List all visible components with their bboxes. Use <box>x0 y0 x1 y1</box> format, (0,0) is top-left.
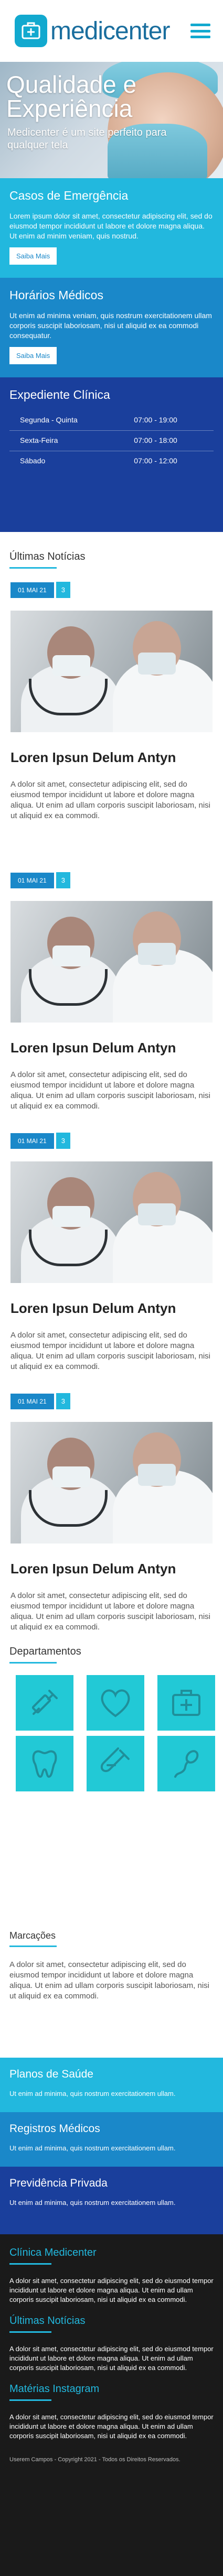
footer-underline <box>9 2263 51 2265</box>
section-title: Últimas Notícias <box>9 551 86 562</box>
syringe-icon[interactable] <box>16 1675 73 1731</box>
footer-text: A dolor sit amet, consectetur adipiscing… <box>9 2345 214 2372</box>
hamburger-line <box>190 36 210 38</box>
article-photo[interactable] <box>10 611 213 732</box>
date-badge: 01 MAI 21 <box>10 1133 54 1149</box>
comment-count-badge[interactable]: 3 <box>56 582 70 598</box>
article-meta: 01 MAI 21 3 <box>10 872 213 888</box>
doctors-card: Horários Médicos Ut enim ad minima venia… <box>0 278 223 377</box>
article-title[interactable]: Loren Ipsun Delum Antyn <box>10 1561 213 1577</box>
section-title: Departamentos <box>9 1646 81 1657</box>
sperm-icon[interactable] <box>157 1736 215 1791</box>
hamburger-line <box>190 24 210 26</box>
article-excerpt: A dolor sit amet, consectetur adipiscing… <box>10 1591 210 1632</box>
card-title: Casos de Emergência <box>9 189 129 202</box>
footer-heading: Matérias Instagram <box>9 2383 100 2395</box>
emergency-card: Casos de Emergência Lorem ipsum dolor si… <box>0 178 223 278</box>
health-plans-band[interactable]: Planos de Saúde Ut enim ad minima, quis … <box>0 2058 223 2112</box>
footer-underline <box>9 2399 51 2401</box>
article-photo[interactable] <box>10 1161 213 1283</box>
article-photo[interactable] <box>10 901 213 1023</box>
private-pension-band[interactable]: Previdência Privada Ut enim ad minima, q… <box>0 2167 223 2234</box>
day-cell: Sábado <box>20 456 46 465</box>
band-text: Ut enim ad minima, quis nostrum exercita… <box>9 2144 176 2152</box>
departments-section: Departamentos <box>0 1633 223 1920</box>
band-text: Ut enim ad minima, quis nostrum exercita… <box>9 2199 176 2207</box>
article-meta: 01 MAI 21 3 <box>10 582 213 598</box>
learn-more-button[interactable]: Saiba Mais <box>9 347 57 364</box>
comment-count-badge[interactable]: 3 <box>56 1393 70 1409</box>
band-title: Registros Médicos <box>9 2123 100 2135</box>
section-underline <box>9 1662 57 1664</box>
article-meta: 01 MAI 21 3 <box>10 1393 213 1409</box>
article-excerpt: A dolor sit amet, consectetur adipiscing… <box>10 1070 210 1111</box>
table-row: Sábado 07:00 - 12:00 <box>9 451 214 472</box>
hamburger-icon[interactable] <box>188 20 213 41</box>
news-article: 01 MAI 21 3 Loren Ipsun Delum Antyn A do… <box>0 851 223 1112</box>
tooth-icon[interactable] <box>16 1736 73 1791</box>
article-excerpt: A dolor sit amet, consectetur adipiscing… <box>10 1331 210 1371</box>
band-text: Ut enim ad minima, quis nostrum exercita… <box>9 2090 176 2097</box>
news-article: 01 MAI 21 3 Loren Ipsun Delum Antyn A do… <box>0 569 223 851</box>
learn-more-button[interactable]: Saiba Mais <box>9 247 57 265</box>
table-row: Segunda - Quinta 07:00 - 19:00 <box>9 410 214 431</box>
copyright: Userem Campos - Copyright 2021 - Todos o… <box>9 2457 180 2463</box>
footer-heading: Últimas Notícias <box>9 2315 86 2327</box>
hero-title: Qualidade e Experiência <box>6 71 137 122</box>
bookings-section: Marcações A dolor sit amet, consectetur … <box>0 1920 223 2058</box>
first-aid-kit-icon[interactable] <box>157 1675 215 1731</box>
comment-count-badge[interactable]: 3 <box>56 872 70 888</box>
footer-underline <box>9 2331 51 2333</box>
article-meta: 01 MAI 21 3 <box>10 1133 213 1149</box>
news-article: 01 MAI 21 3 Loren Ipsun Delum Antyn A do… <box>0 1372 223 1633</box>
day-cell: Sexta-Feira <box>9 430 124 451</box>
heart-icon[interactable] <box>87 1675 144 1731</box>
hero-subtitle: Medicenter é um site perfeito para qualq… <box>7 127 167 151</box>
article-title[interactable]: Loren Ipsun Delum Antyn <box>10 1040 213 1056</box>
day-cell: Segunda - Quinta <box>9 410 124 431</box>
section-text: A dolor sit amet, consectetur adipiscing… <box>9 1960 209 2001</box>
footer-heading: Clínica Medicenter <box>9 2247 97 2258</box>
news-header: Últimas Notícias <box>0 532 223 569</box>
card-text: Ut enim ad minima veniam, quis nostrum e… <box>9 311 212 340</box>
article-title[interactable]: Loren Ipsun Delum Antyn <box>10 749 213 766</box>
departments-grid <box>16 1675 215 1791</box>
article-photo[interactable] <box>10 1422 213 1544</box>
article-excerpt: A dolor sit amet, consectetur adipiscing… <box>10 780 210 820</box>
time-cell: 07:00 - 19:00 <box>123 410 214 431</box>
logo[interactable]: medicenter <box>15 15 170 47</box>
article-title[interactable]: Loren Ipsun Delum Antyn <box>10 1300 213 1317</box>
footer-text: A dolor sit amet, consectetur adipiscing… <box>9 2277 214 2303</box>
hamburger-line <box>190 29 210 32</box>
comment-count-badge[interactable]: 3 <box>56 1133 70 1149</box>
band-title: Previdência Privada <box>9 2177 108 2189</box>
time-cell: 07:00 - 12:00 <box>134 456 177 465</box>
card-title: Expediente Clínica <box>9 388 110 401</box>
news-article: 01 MAI 21 3 Loren Ipsun Delum Antyn A do… <box>0 1112 223 1372</box>
hero-banner: Qualidade e Experiência Medicenter é um … <box>0 62 223 178</box>
table-row: Sexta-Feira 07:00 - 18:00 <box>9 430 214 451</box>
time-cell: 07:00 - 18:00 <box>123 430 214 451</box>
footer-text: A dolor sit amet, consectetur adipiscing… <box>9 2413 214 2440</box>
card-text: Lorem ipsum dolor sit amet, consectetur … <box>9 212 213 240</box>
date-badge: 01 MAI 21 <box>10 1393 54 1409</box>
date-badge: 01 MAI 21 <box>10 872 54 888</box>
card-title: Horários Médicos <box>9 288 103 302</box>
section-underline <box>9 1945 57 1947</box>
hours-card: Expediente Clínica Segunda - Quinta 07:00… <box>0 377 223 532</box>
schedule-table: Segunda - Quinta 07:00 - 19:00 Sexta-Feir… <box>9 410 214 471</box>
first-aid-kit-icon <box>15 15 47 47</box>
site-header: medicenter <box>0 0 223 62</box>
medical-records-band[interactable]: Registros Médicos Ut enim ad minima, qui… <box>0 2112 223 2167</box>
site-footer: Clínica Medicenter A dolor sit amet, con… <box>0 2234 223 2576</box>
logo-text: medicenter <box>50 17 170 45</box>
band-title: Planos de Saúde <box>9 2068 93 2080</box>
date-badge: 01 MAI 21 <box>10 582 54 598</box>
section-title: Marcações <box>9 1930 56 1941</box>
test-tube-icon[interactable] <box>87 1736 144 1791</box>
